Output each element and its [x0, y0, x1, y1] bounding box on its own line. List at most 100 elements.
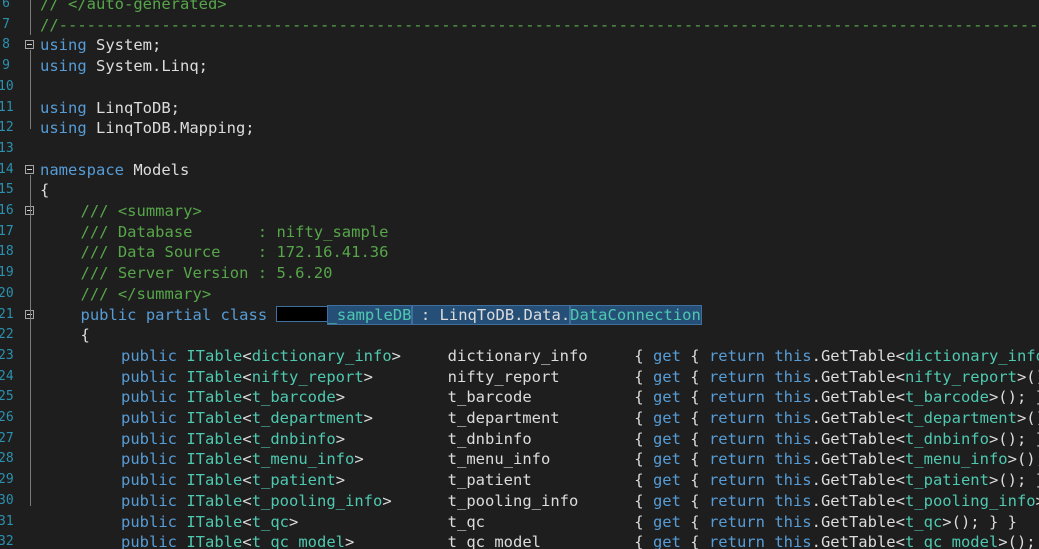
code-line[interactable]: 15 {: [0, 180, 1039, 201]
code-text: using System.Linq;: [40, 56, 208, 77]
code-line[interactable]: 19 /// Server Version : 5.6.20: [0, 263, 1039, 284]
code-token: t_pooling_info: [904, 491, 1036, 510]
code-token: return: [708, 429, 765, 448]
code-token: using: [40, 36, 87, 55]
code-line[interactable]: 30 public ITable<t_pooling_info> t_poolin…: [0, 491, 1039, 512]
fold-guide-line: [30, 0, 31, 36]
code-token: t_qc_model: [904, 533, 999, 549]
code-token: nifty_report: [904, 367, 1017, 386]
code-line[interactable]: 27 public ITable<t_dnbinfo> t_dnbinfo { g…: [0, 429, 1039, 450]
code-editor[interactable]: 6 // </auto-generated> 7 //----------------…: [0, 0, 1039, 549]
code-line[interactable]: 16 /// <summary>: [0, 201, 1039, 222]
code-line[interactable]: 13: [0, 139, 1039, 160]
line-number: 17: [0, 223, 14, 239]
code-token: t_dnbinfo: [251, 429, 336, 448]
code-token: <: [242, 471, 252, 490]
code-line[interactable]: 26 public ITable<t_department> t_departme…: [0, 408, 1039, 429]
code-text: public ITable<t_pooling_info> t_pooling_…: [121, 491, 1039, 512]
code-token: ITable: [186, 388, 243, 407]
code-line[interactable]: 28 public ITable<t_menu_info> t_menu_info…: [0, 449, 1039, 470]
code-token: .GetTable<: [811, 533, 905, 549]
code-line[interactable]: 18 /// Data Source : 172.16.41.36: [0, 242, 1039, 263]
code-token: return: [708, 533, 765, 549]
code-token: //--------------------------------------…: [40, 15, 1039, 34]
code-token: <: [242, 491, 252, 510]
line-number: 14: [0, 161, 14, 177]
code-line[interactable]: 14 namespace Models: [0, 160, 1039, 181]
code-token: LinqToDB.Mapping;: [86, 119, 255, 138]
code-line[interactable]: 6 // </auto-generated>: [0, 0, 1039, 15]
line-number: 12: [0, 120, 14, 136]
code-token: > t_barcode {: [335, 388, 653, 407]
code-line[interactable]: 21 public partial class _sampleDB : LinqT…: [0, 304, 1039, 326]
code-token: dictionary_info: [251, 346, 392, 365]
collapse-toggle-icon[interactable]: [25, 164, 34, 174]
code-line[interactable]: 7 //-------------------------------------…: [0, 15, 1039, 36]
code-text: public ITable<t_menu_info> t_menu_info {…: [121, 449, 1039, 470]
code-token: ITable: [186, 346, 243, 365]
code-line[interactable]: 24 public ITable<nifty_report> nifty_repo…: [0, 367, 1039, 388]
code-token: public: [121, 367, 177, 386]
code-line[interactable]: 32 public ITable<t_qc_model> t_qc_model {…: [0, 532, 1039, 549]
code-token: _sampleDB: [326, 304, 413, 325]
code-text: public ITable<t_barcode> t_barcode { get…: [121, 387, 1039, 408]
code-line[interactable]: 29 public ITable<t_patient> t_patient { g…: [0, 470, 1039, 491]
code-line[interactable]: 31 public ITable<t_qc> t_qc { get { retur…: [0, 512, 1039, 533]
code-line[interactable]: 12 using LinqToDB.Mapping;: [0, 118, 1039, 139]
code-token: return: [708, 471, 765, 490]
code-line[interactable]: 20 /// </summary>: [0, 284, 1039, 305]
code-token: t_patient: [904, 471, 989, 490]
code-line[interactable]: 8 using System;: [0, 35, 1039, 56]
code-token: class: [220, 305, 268, 324]
line-number: 20: [0, 285, 14, 301]
line-number: 28: [0, 451, 14, 467]
code-token: using: [40, 57, 87, 76]
code-token: using: [40, 98, 87, 117]
code-token: ITable: [186, 491, 243, 510]
code-line[interactable]: 23 public ITable<dictionary_info> diction…: [0, 346, 1039, 367]
line-number: 8: [2, 37, 10, 53]
code-text: /// Data Source : 172.16.41.36: [81, 242, 389, 263]
code-line[interactable]: 11 using LinqToDB;: [0, 98, 1039, 119]
line-number: 23: [0, 347, 14, 363]
code-token: public: [121, 512, 177, 531]
code-token: >(); } }: [1016, 367, 1039, 386]
line-number: 7: [2, 16, 10, 32]
code-token: ITable: [186, 533, 243, 549]
line-number: 26: [0, 410, 14, 425]
code-token: public: [121, 346, 177, 365]
code-token: dictionary_info: [904, 346, 1039, 365]
collapse-toggle-icon[interactable]: [25, 40, 34, 50]
code-text: using LinqToDB.Mapping;: [40, 118, 255, 139]
code-token: > t_department {: [363, 409, 653, 427]
code-text: {: [81, 325, 90, 346]
code-line[interactable]: 10: [0, 77, 1039, 98]
code-token: this: [774, 367, 812, 386]
code-line[interactable]: 17 /// Database : nifty_sample: [0, 222, 1039, 243]
code-token: .GetTable<: [811, 471, 905, 490]
code-token: public: [121, 533, 177, 549]
code-token: <: [242, 346, 252, 365]
code-token: : LinqToDB.Data.: [410, 304, 572, 325]
code-text: // </auto-generated>: [40, 0, 227, 15]
code-line[interactable]: 9 using System.Linq;: [0, 56, 1039, 77]
code-token: {: [680, 409, 709, 427]
line-number: 32: [0, 534, 14, 549]
code-line[interactable]: 22 {: [0, 325, 1039, 346]
code-token: <: [242, 512, 252, 531]
line-number: 27: [0, 430, 14, 446]
code-token: get: [652, 409, 681, 427]
code-token: <: [242, 450, 252, 469]
line-number: 13: [0, 140, 14, 156]
code-token: System;: [86, 36, 162, 55]
code-token: >(); } }: [988, 471, 1039, 490]
code-line[interactable]: 25 public ITable<t_barcode> t_barcode { g…: [0, 387, 1039, 408]
code-token: .GetTable<: [811, 450, 905, 469]
code-token: >(); } }: [998, 533, 1036, 549]
